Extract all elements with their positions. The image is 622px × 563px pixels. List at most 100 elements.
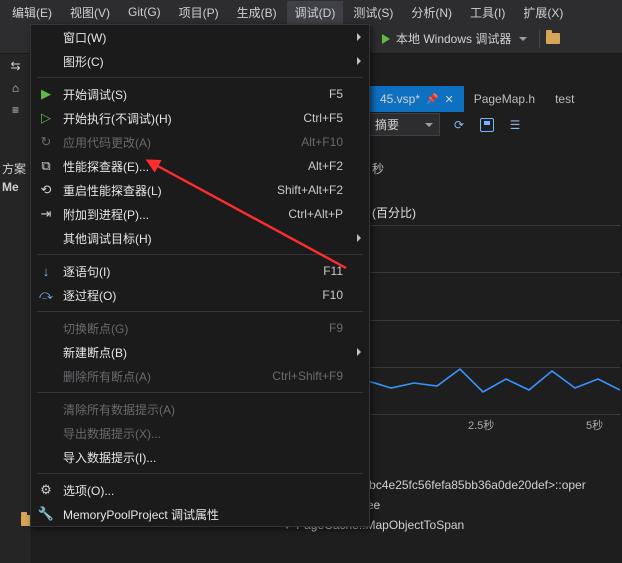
play-fill-icon: ▶ <box>37 86 55 102</box>
debug-menu-dropdown: 窗口(W) 图形(C) ▶ 开始调试(S) F5 ▷开始执行(不调试)(H)Ctrl+F5… <box>30 24 370 527</box>
menu-item[interactable]: ↓逐语句(I)F11 <box>31 259 369 283</box>
menu-shortcut: Ctrl+F5 <box>303 111 361 125</box>
menu-item-label: 新建断点(B) <box>63 344 361 361</box>
wrench-icon: 🔧 <box>37 506 55 522</box>
menu-view[interactable]: 视图(V) <box>62 1 118 24</box>
doc-tab-3[interactable]: test <box>545 86 584 112</box>
menu-shortcut: F10 <box>322 288 361 302</box>
document-tabs: 45.vsp* 📌 ✕ PageMap.h test <box>370 86 584 112</box>
bars-icon[interactable]: ≡ <box>8 102 24 118</box>
solution-truncated-label: 方案 <box>2 160 26 177</box>
chevron-down-icon <box>519 37 527 41</box>
details-icon[interactable]: ☰ <box>506 116 524 134</box>
menu-separator <box>37 311 363 312</box>
menu-item[interactable]: ▷开始执行(不调试)(H)Ctrl+F5 <box>31 106 369 130</box>
menu-build[interactable]: 生成(B) <box>229 1 285 24</box>
menu-separator <box>37 392 363 393</box>
menu-shortcut: Shift+Alt+F2 <box>277 183 361 197</box>
summary-dropdown[interactable]: 摘要 <box>368 113 440 136</box>
menu-tools[interactable]: 工具(I) <box>462 1 513 24</box>
step-over-icon: ⤼ <box>37 287 55 303</box>
menu-item[interactable]: 导入数据提示(I)... <box>31 445 369 469</box>
menu-item: ↻ 应用代码更改(A) Alt+F10 <box>31 130 369 154</box>
summary-bar: 摘要 ⟳ ☰ <box>368 113 524 136</box>
menu-separator <box>37 77 363 78</box>
menu-item: 删除所有断点(A)Ctrl+Shift+F9 <box>31 364 369 388</box>
menu-item-label: 导出数据提示(X)... <box>63 425 361 442</box>
x-tick-2: 5秒 <box>586 417 603 433</box>
play-icon <box>382 34 390 44</box>
menu-item-label: MemoryPoolProject 调试属性 <box>63 506 361 523</box>
summary-label: 摘要 <box>375 116 399 133</box>
menu-item[interactable]: ⤼ 逐过程(O) F10 <box>31 283 369 307</box>
menu-item-label: 重启性能探查器(L) <box>63 182 269 199</box>
menu-shortcut: F11 <box>323 264 361 278</box>
menu-debug[interactable]: 调试(D) <box>287 1 344 24</box>
toolbar-separator <box>539 30 540 48</box>
menu-item[interactable]: 其他调试目标(H) <box>31 226 369 250</box>
step-in-icon: ↓ <box>37 264 55 279</box>
menu-item-label: 选项(O)... <box>63 482 361 499</box>
menu-git[interactable]: Git(G) <box>120 2 169 22</box>
menu-shortcut: Alt+F2 <box>308 159 361 173</box>
apply-icon: ↻ <box>37 134 55 150</box>
attach-icon: ⇥ <box>37 206 55 222</box>
menu-item[interactable]: 图形(C) <box>31 49 369 73</box>
pin-icon[interactable]: 📌 <box>426 94 438 105</box>
start-debug-button[interactable]: 本地 Windows 调试器 <box>376 28 533 49</box>
chevron-down-icon <box>425 123 433 127</box>
menu-item: 导出数据提示(X)... <box>31 421 369 445</box>
menu-analyze[interactable]: 分析(N) <box>403 1 460 24</box>
menu-item[interactable]: 新建断点(B) <box>31 340 369 364</box>
menu-item[interactable]: ▶ 开始调试(S) F5 <box>31 82 369 106</box>
menu-test[interactable]: 测试(S) <box>345 1 401 24</box>
refresh-icon[interactable]: ⟳ <box>450 116 468 134</box>
cpu-chart: 2.5秒 5秒 <box>368 225 620 415</box>
menu-shortcut: Alt+F10 <box>301 135 361 149</box>
menu-item-label: 附加到进程(P)... <box>63 206 280 223</box>
play-outline-icon: ▷ <box>37 110 55 126</box>
menu-shortcut: Ctrl+Alt+P <box>288 207 361 221</box>
menu-item-label: 切换断点(G) <box>63 320 321 337</box>
menu-item-label: 清除所有数据提示(A) <box>63 401 361 418</box>
debugger-target-label: 本地 Windows 调试器 <box>396 30 511 47</box>
menu-item-label: 删除所有断点(A) <box>63 368 264 385</box>
menu-item-label: 逐过程(O) <box>63 287 314 304</box>
seconds-label: 秒 <box>372 160 384 177</box>
menu-item: 清除所有数据提示(A) <box>31 397 369 421</box>
menu-item[interactable]: 🔧 MemoryPoolProject 调试属性 <box>31 502 369 526</box>
menu-item[interactable]: 窗口(W) <box>31 25 369 49</box>
menu-extensions[interactable]: 扩展(X) <box>515 1 571 24</box>
perf-restart-icon: ⟲ <box>37 182 55 198</box>
mem-label: Me <box>2 180 19 194</box>
menu-shortcut: F5 <box>329 87 361 101</box>
arrow-swap-icon[interactable]: ⇆ <box>8 58 24 74</box>
menu-bar: 编辑(E) 视图(V) Git(G) 项目(P) 生成(B) 调试(D) 测试(… <box>0 0 622 24</box>
menu-item-label: 开始调试(S) <box>63 86 321 103</box>
doc-tab-active[interactable]: 45.vsp* 📌 ✕ <box>370 86 464 112</box>
menu-item[interactable]: ⚙选项(O)... <box>31 478 369 502</box>
menu-separator <box>37 473 363 474</box>
menu-edit[interactable]: 编辑(E) <box>4 1 60 24</box>
doc-tab-2[interactable]: PageMap.h <box>464 86 545 112</box>
home-icon[interactable]: ⌂ <box>8 80 24 96</box>
menu-item-label: 图形(C) <box>63 53 361 70</box>
x-tick-1: 2.5秒 <box>468 417 494 433</box>
perf-icon: ⧉ <box>37 158 55 174</box>
menu-item[interactable]: ⇥ 附加到进程(P)... Ctrl+Alt+P <box>31 202 369 226</box>
save-icon[interactable] <box>478 116 496 134</box>
doc-tab-active-label: 45.vsp* <box>380 92 420 106</box>
chart-title: (百分比) <box>372 204 416 221</box>
chart-line <box>368 225 620 415</box>
menu-item-label: 其他调试目标(H) <box>63 230 361 247</box>
open-folder-icon[interactable] <box>546 33 560 44</box>
menu-item-label: 导入数据提示(I)... <box>63 449 361 466</box>
menu-item[interactable]: ⟲ 重启性能探查器(L) Shift+Alt+F2 <box>31 178 369 202</box>
menu-item-label: 窗口(W) <box>63 29 361 46</box>
menu-project[interactable]: 项目(P) <box>171 1 227 24</box>
menu-item: 切换断点(G) F9 <box>31 316 369 340</box>
menu-item-label: 应用代码更改(A) <box>63 134 293 151</box>
close-icon[interactable]: ✕ <box>444 93 453 106</box>
menu-shortcut: F9 <box>329 321 361 335</box>
menu-item[interactable]: ⧉性能探查器(E)...Alt+F2 <box>31 154 369 178</box>
